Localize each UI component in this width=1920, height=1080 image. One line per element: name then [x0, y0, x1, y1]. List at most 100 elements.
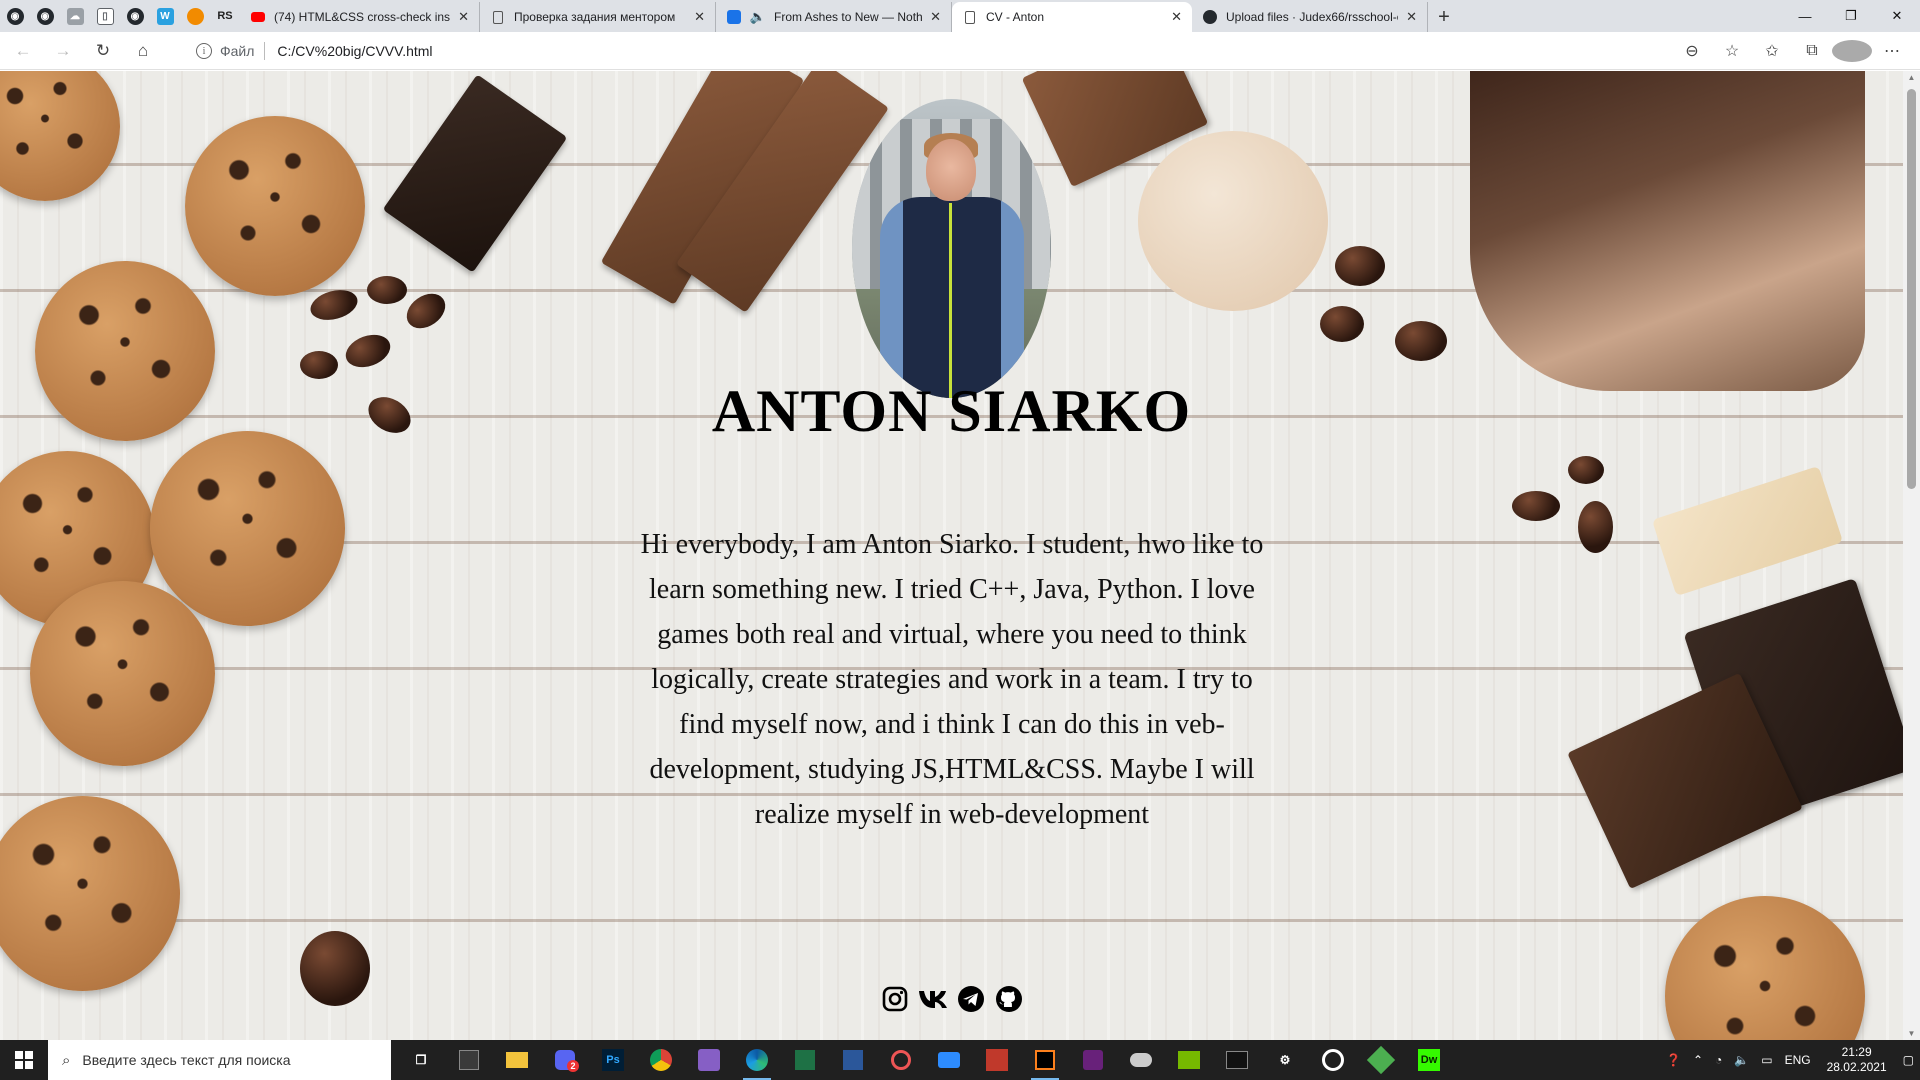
close-tab-icon[interactable]: ✕ [1406, 9, 1417, 25]
tab-title: Upload files · Judex66/rsschool-c [1226, 10, 1399, 24]
word-icon[interactable] [829, 1040, 877, 1080]
telegram-icon[interactable] [956, 984, 986, 1014]
start-button[interactable] [0, 1040, 48, 1080]
new-tab-button[interactable]: + [1428, 2, 1460, 32]
dreamweaver-icon[interactable]: Dw [1405, 1040, 1453, 1080]
photoshop-icon[interactable]: Ps [589, 1040, 637, 1080]
github-icon[interactable] [994, 984, 1024, 1014]
reload-button[interactable]: ↻ [86, 34, 120, 68]
info-icon[interactable]: i [196, 43, 212, 59]
chocolate-bean-decoration [1335, 246, 1385, 286]
cookie-decoration [185, 116, 365, 296]
pinned-tab-orange[interactable] [180, 0, 210, 32]
taskbar-search-box[interactable]: ⌕ Введите здесь текст для поиска [48, 1040, 391, 1080]
profile-avatar[interactable] [1832, 40, 1872, 62]
restore-button[interactable]: ❐ [1828, 0, 1874, 32]
media-player-icon[interactable] [877, 1040, 925, 1080]
excel-icon[interactable] [781, 1040, 829, 1080]
orange-icon [186, 7, 204, 25]
add-favorite-icon[interactable]: ☆ [1712, 41, 1752, 61]
address-divider [264, 42, 266, 60]
scroll-down-icon[interactable]: ▼ [1907, 1029, 1916, 1038]
notifications-icon[interactable]: ▢ [1903, 1053, 1914, 1067]
language-indicator[interactable]: ENG [1785, 1053, 1811, 1067]
cookie-decoration [30, 581, 215, 766]
document-icon [490, 9, 506, 25]
pinned-tab-rs[interactable]: RS [210, 0, 240, 32]
meet-icon[interactable] [925, 1040, 973, 1080]
more-menu-icon[interactable]: ⋯ [1872, 41, 1912, 61]
chocolate-bean-decoration [300, 351, 338, 379]
speaker-icon[interactable]: 🔈 [750, 9, 766, 25]
pinned-tab-github[interactable]: ◉ [0, 0, 30, 32]
close-tab-icon[interactable]: ✕ [930, 9, 941, 25]
visual-studio-icon[interactable] [685, 1040, 733, 1080]
tab-youtube[interactable]: (74) HTML&CSS cross-check inst ✕ [240, 2, 480, 32]
windows-taskbar: ⌕ Введите здесь текст для поиска ❒ 2 Ps … [0, 1040, 1920, 1080]
chocolate-bean-decoration [1578, 501, 1613, 553]
pinned-tab-w[interactable]: W [150, 0, 180, 32]
collections-icon[interactable]: ⧉ [1792, 42, 1832, 60]
file-explorer-icon[interactable] [493, 1040, 541, 1080]
cloud-app-icon[interactable] [1117, 1040, 1165, 1080]
tab-cv-anton[interactable]: CV - Anton ✕ [952, 2, 1192, 32]
terminal-icon[interactable] [1213, 1040, 1261, 1080]
chrome-icon[interactable] [637, 1040, 685, 1080]
close-tab-icon[interactable]: ✕ [1171, 9, 1182, 25]
pinned-tab-document[interactable]: ▯ [90, 0, 120, 32]
voicemeeter-icon[interactable] [973, 1040, 1021, 1080]
youtube-icon [250, 9, 266, 25]
chevron-up-icon[interactable]: ⌃ [1693, 1053, 1703, 1067]
media-icon [726, 9, 742, 25]
address-bar[interactable]: i Файл C:/CV%20big/CVVV.html [196, 35, 1696, 67]
nvidia-icon[interactable] [1165, 1040, 1213, 1080]
discord-icon[interactable]: 2 [541, 1040, 589, 1080]
volume-icon[interactable]: 🔈 [1734, 1053, 1749, 1067]
tab-github-upload[interactable]: Upload files · Judex66/rsschool-c ✕ [1192, 2, 1428, 32]
home-button[interactable]: ⌂ [126, 34, 160, 68]
scrollbar-thumb[interactable] [1907, 89, 1916, 489]
battery-icon[interactable]: ▭ [1761, 1053, 1772, 1067]
visual-studio-alt-icon[interactable] [1069, 1040, 1117, 1080]
instagram-icon[interactable] [880, 984, 910, 1014]
intellij-icon[interactable] [1021, 1040, 1069, 1080]
network-icon[interactable]: ◔ [1715, 1053, 1722, 1067]
pinned-tab-github[interactable]: ◉ [120, 0, 150, 32]
task-view-icon[interactable]: ❒ [397, 1040, 445, 1080]
cookie-decoration [0, 71, 120, 201]
obs-icon[interactable] [1309, 1040, 1357, 1080]
taskbar-clock[interactable]: 21:29 28.02.2021 [1827, 1045, 1887, 1075]
close-tab-icon[interactable]: ✕ [458, 9, 469, 25]
chocolate-bean-decoration [300, 931, 370, 1006]
favorites-icon[interactable]: ✩ [1752, 41, 1792, 61]
forward-button[interactable]: → [46, 34, 80, 68]
github-icon [1202, 9, 1218, 25]
close-tab-icon[interactable]: ✕ [694, 9, 705, 25]
tab-media[interactable]: 🔈 From Ashes to New — Noth ✕ [716, 2, 952, 32]
search-placeholder: Введите здесь текст для поиска [82, 1052, 291, 1068]
document-icon: ▯ [96, 7, 114, 25]
scroll-up-icon[interactable]: ▲ [1907, 73, 1916, 82]
pinned-tab-github[interactable]: ◉ [30, 0, 60, 32]
page-scrollbar[interactable]: ▲ ▼ [1903, 71, 1920, 1040]
tab-mentor-check[interactable]: Проверка задания ментором ✕ [480, 2, 716, 32]
back-button[interactable]: ← [6, 34, 40, 68]
vk-icon[interactable] [918, 984, 948, 1014]
app-icon[interactable] [445, 1040, 493, 1080]
address-url[interactable]: C:/CV%20big/CVVV.html [277, 43, 432, 59]
chocolate-bean-decoration [1395, 321, 1447, 361]
cube-app-icon[interactable] [1357, 1040, 1405, 1080]
chocolate-bean-decoration [1568, 456, 1604, 484]
chocolate-bean-decoration [341, 329, 395, 373]
chocolate-bar-decoration [382, 74, 568, 273]
settings-gear-icon[interactable]: ⚙ [1261, 1040, 1309, 1080]
chocolate-bean-decoration [1320, 306, 1364, 342]
pinned-tab-cloud[interactable]: ☁ [60, 0, 90, 32]
minimize-button[interactable]: — [1782, 0, 1828, 32]
cookie-decoration [1665, 896, 1865, 1040]
help-icon[interactable]: ❓ [1666, 1053, 1681, 1067]
taskbar-apps: ❒ 2 Ps ⚙ Dw [397, 1040, 1453, 1080]
zoom-out-icon[interactable]: ⊖ [1672, 41, 1712, 61]
close-window-button[interactable]: ✕ [1874, 0, 1920, 32]
edge-icon[interactable] [733, 1040, 781, 1080]
